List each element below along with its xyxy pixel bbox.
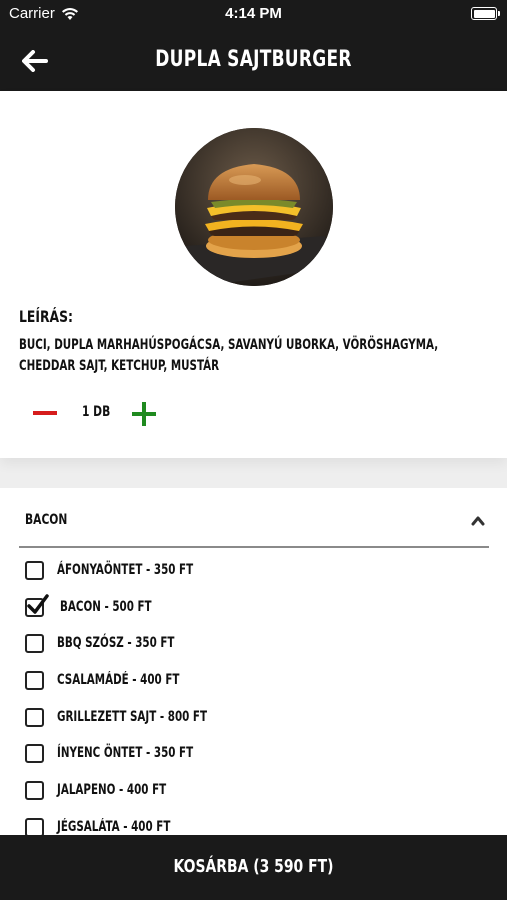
extra-option-label: ÍNYENC ÖNTET - 350 FT (57, 745, 194, 762)
product-image (175, 128, 333, 286)
quantity-value: 1 DB (82, 404, 111, 420)
status-time: 4:14 PM (225, 5, 282, 22)
extra-option-label: GRILLEZETT SAJT - 800 FT (57, 708, 208, 725)
extra-option[interactable]: CSALAMÁDÉ - 400 FT (24, 668, 484, 705)
nav-bar: DUPLA SAJTBURGER (0, 30, 507, 91)
extra-option[interactable]: GRILLEZETT SAJT - 800 FT (24, 705, 484, 742)
chevron-up-icon (471, 516, 485, 526)
extra-option[interactable]: JALAPENO - 400 FT (24, 778, 484, 815)
checkbox[interactable] (25, 634, 44, 654)
checkbox[interactable] (25, 781, 44, 801)
back-button[interactable] (18, 44, 52, 78)
extra-option-label: CSALAMÁDÉ - 400 FT (57, 672, 180, 689)
add-to-cart-label: KOSÁRBA (3 590 FT) (173, 856, 334, 877)
extra-option-label: JALAPENO - 400 FT (57, 782, 167, 799)
extra-option-label: BBQ SZÓSZ - 350 FT (57, 635, 175, 652)
extra-option[interactable]: BBQ SZÓSZ - 350 FT (24, 631, 484, 668)
decrease-quantity-button[interactable] (30, 403, 60, 423)
quantity-stepper: 1 DB (30, 396, 170, 430)
burger-photo (175, 128, 333, 286)
checkbox[interactable] (25, 707, 44, 727)
extras-section: BACON ÁFONYAÖNTET - 350 FT BACON - 500 F… (0, 488, 507, 835)
checkbox[interactable] (25, 561, 44, 580)
add-to-cart-button[interactable]: KOSÁRBA (3 590 FT) (0, 835, 507, 900)
extra-option-label: BACON - 500 FT (60, 598, 152, 615)
top-bar: Carrier 4:14 PM DUPLA SAJTBURGER (0, 0, 507, 91)
extras-option-list: ÁFONYAÖNTET - 350 FT BACON - 500 FT BBQ … (24, 558, 484, 835)
extra-option[interactable]: BACON - 500 FT (24, 593, 484, 632)
extras-title: BACON (25, 512, 68, 528)
checkbox[interactable] (25, 817, 44, 835)
extra-option-label: ÁFONYAÖNTET - 350 FT (57, 562, 194, 578)
checkmark-icon (27, 593, 49, 614)
arrow-left-icon (22, 50, 48, 72)
extra-option[interactable]: ÍNYENC ÖNTET - 350 FT (24, 741, 484, 778)
checkbox[interactable] (25, 744, 44, 764)
increase-quantity-button[interactable] (130, 400, 158, 428)
battery-icon (471, 7, 500, 20)
extras-header[interactable]: BACON (19, 488, 489, 548)
checkbox[interactable] (25, 671, 44, 691)
extra-option-label: JÉGSALÁTA - 400 FT (57, 818, 171, 835)
extra-option[interactable]: ÁFONYAÖNTET - 350 FT (24, 558, 484, 595)
status-bar: Carrier 4:14 PM (0, 0, 507, 30)
page-title: DUPLA SAJTBURGER (155, 47, 352, 72)
description-label: LEÍRÁS: (19, 307, 73, 326)
description-text: BUCI, DUPLA MARHAHÚSPOGÁCSA, SAVANYÚ UBO… (19, 337, 439, 374)
product-card: LEÍRÁS: BUCI, DUPLA MARHAHÚSPOGÁCSA, SAV… (0, 91, 507, 458)
extra-option[interactable]: JÉGSALÁTA - 400 FT (24, 815, 484, 835)
